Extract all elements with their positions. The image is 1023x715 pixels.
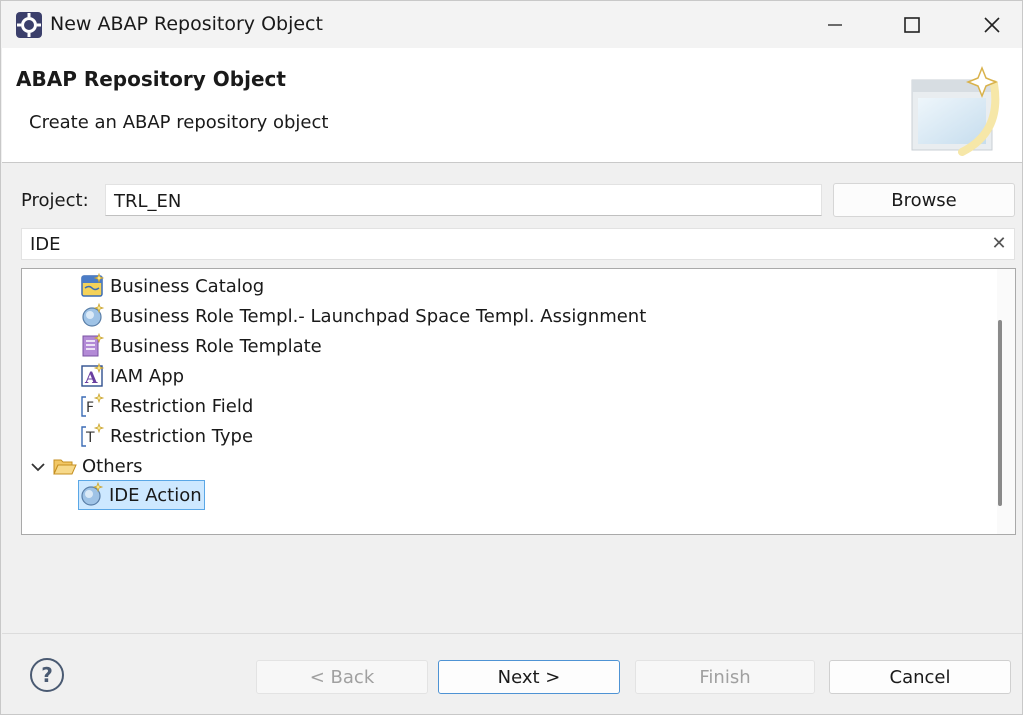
tree-item-label: IDE Action	[109, 484, 202, 506]
svg-text:A: A	[84, 368, 98, 387]
page-title: ABAP Repository Object	[16, 67, 286, 91]
title-bar: New ABAP Repository Object	[1, 1, 1022, 48]
iam-app-icon: A	[81, 363, 105, 387]
project-field[interactable]: TRL_EN	[105, 184, 822, 216]
ide-action-icon	[81, 482, 104, 506]
svg-text:T: T	[85, 430, 95, 446]
tree-item-label: Business Catalog	[110, 275, 265, 297]
tree-item[interactable]: Business Catalog	[80, 271, 264, 301]
back-button[interactable]: < Back	[256, 660, 428, 694]
browse-button[interactable]: Browse	[833, 183, 1015, 217]
restriction-field-icon: F	[81, 393, 105, 417]
filter-input[interactable]: IDE	[21, 228, 1015, 260]
svg-text:F: F	[86, 400, 94, 416]
new-object-wizard-icon	[911, 65, 1000, 156]
tree-item[interactable]: T Restriction Type	[80, 421, 253, 451]
chevron-down-icon[interactable]	[29, 458, 47, 476]
tree-item[interactable]: Business Role Template	[80, 331, 322, 361]
maximize-button[interactable]	[889, 1, 935, 48]
restriction-type-icon: T	[81, 423, 105, 447]
footer-divider	[2, 633, 1022, 634]
window-title: New ABAP Repository Object	[50, 13, 323, 35]
help-icon[interactable]: ?	[29, 657, 65, 693]
finish-button[interactable]: Finish	[635, 660, 815, 694]
close-icon	[984, 16, 1000, 33]
next-button[interactable]: Next >	[438, 660, 620, 694]
assignment-icon	[82, 303, 105, 327]
minimize-button[interactable]	[812, 1, 858, 48]
minimize-icon	[828, 23, 842, 26]
tree-item[interactable]: Business Role Templ.- Launchpad Space Te…	[80, 301, 646, 331]
business-catalog-icon	[81, 273, 105, 297]
tree-item-label: Restriction Field	[110, 395, 254, 417]
clear-filter-icon[interactable]: ✕	[989, 233, 1009, 255]
tree-item-label: Business Role Template	[110, 335, 322, 357]
page-subtitle: Create an ABAP repository object	[29, 112, 329, 133]
dialog-window: New ABAP Repository Object ABAP Reposito…	[0, 0, 1023, 715]
business-role-template-icon	[82, 333, 105, 357]
tree-folder-others[interactable]: Others	[52, 451, 143, 481]
svg-text:?: ?	[41, 663, 53, 687]
cancel-button[interactable]: Cancel	[829, 660, 1011, 694]
object-type-tree[interactable]: Business Catalog Business Role Templ.- L…	[21, 268, 1016, 535]
wizard-header: ABAP Repository Object Create an ABAP re…	[2, 48, 1022, 163]
tree-folder-label: Others	[82, 455, 143, 477]
eclipse-app-icon	[16, 12, 42, 38]
tree-item[interactable]: F Restriction Field	[80, 391, 253, 421]
close-button[interactable]	[969, 1, 1015, 48]
tree-item[interactable]: A IAM App	[80, 361, 184, 391]
maximize-icon	[904, 16, 920, 33]
tree-item-selected[interactable]: IDE Action	[78, 480, 205, 510]
tree-item-label: Business Role Templ.- Launchpad Space Te…	[110, 305, 647, 327]
tree-item-label: Restriction Type	[110, 425, 254, 447]
project-label: Project:	[21, 190, 89, 211]
tree-scrollbar-thumb[interactable]	[998, 320, 1002, 506]
folder-open-icon	[53, 459, 77, 475]
tree-item-label: IAM App	[110, 365, 185, 387]
